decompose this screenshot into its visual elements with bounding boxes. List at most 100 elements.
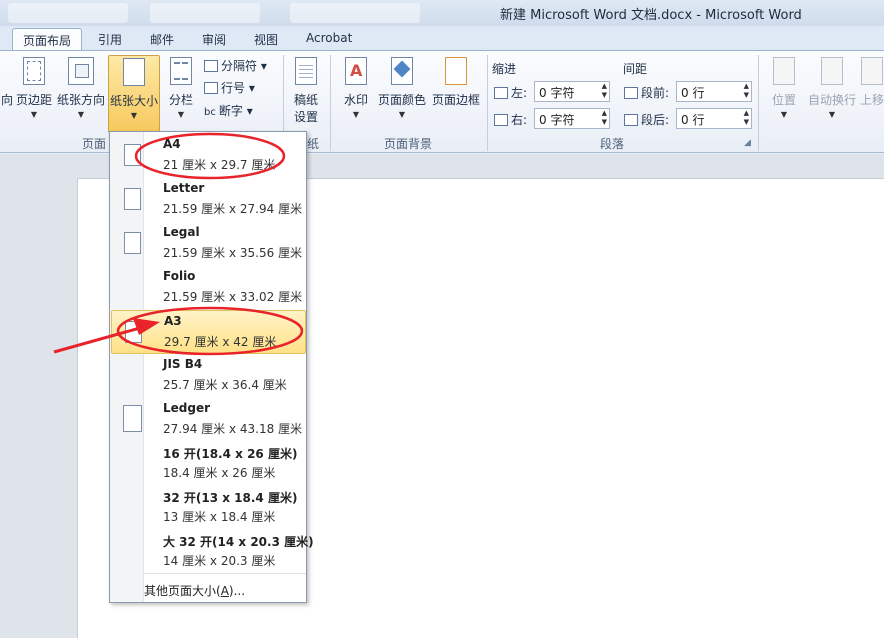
paper-size-dims: 29.7 厘米 x 42 厘米: [164, 335, 277, 349]
spinner-icon[interactable]: ▲ ▼: [602, 82, 607, 100]
indent-left-icon: [494, 87, 508, 99]
spacing-title: 间距: [623, 62, 648, 76]
bring-forward-icon: [861, 57, 883, 85]
draft-group-label: 纸: [307, 137, 320, 151]
chevron-down-icon: ▼: [398, 110, 406, 119]
spacing-before-input[interactable]: 0 行 ▲ ▼: [676, 81, 752, 102]
paper-size-menu: A4 21 厘米 x 29.7 厘米 Letter 21.59 厘米 x 27.…: [109, 131, 314, 603]
wrap-text-icon: [821, 57, 843, 85]
paper-size-item-jis-b4[interactable]: JIS B4 25.7 厘米 x 36.4 厘米: [111, 354, 306, 398]
paper-size-dims: 27.94 厘米 x 43.18 厘米: [163, 422, 303, 436]
spinner-icon[interactable]: ▲ ▼: [602, 109, 607, 127]
paper-size-dims: 18.4 厘米 x 26 厘米: [163, 466, 276, 480]
paper-size-item-16k[interactable]: 16 开(18.4 x 26 厘米) 18.4 厘米 x 26 厘米: [111, 442, 306, 486]
page-color-button[interactable]: 页面颜色 ▼: [376, 57, 428, 127]
paper-size-dims: 21.59 厘米 x 33.02 厘米: [163, 290, 303, 304]
paper-size-dims: 25.7 厘米 x 36.4 厘米: [163, 378, 287, 392]
breaks-label: 分隔符: [221, 59, 258, 73]
draft-paper-label-1: 稿纸: [293, 93, 318, 107]
paper-size-item-a4[interactable]: A4 21 厘米 x 29.7 厘米: [111, 134, 306, 178]
tab-review[interactable]: 审阅: [192, 28, 236, 50]
tab-references[interactable]: 引用: [88, 28, 132, 50]
position-icon: [773, 57, 795, 85]
line-numbers-button[interactable]: 行号 ▾: [204, 79, 255, 96]
position-label: 位置: [771, 93, 796, 107]
watermark-button[interactable]: A 水印 ▼: [338, 57, 374, 127]
hyphenation-button[interactable]: bc 断字 ▾: [204, 102, 253, 119]
paper-size-dims: 21.59 厘米 x 35.56 厘米: [163, 246, 303, 260]
text-direction-label: 向: [0, 93, 13, 107]
dialog-launcher-icon[interactable]: ◢: [744, 138, 751, 148]
orientation-button[interactable]: 纸张方向 ▼: [56, 57, 106, 127]
tab-acrobat[interactable]: Acrobat: [296, 28, 362, 50]
chevron-down-icon: ▼: [352, 110, 360, 119]
spacing-after-icon: [624, 114, 638, 126]
size-button[interactable]: 纸张大小 ▼: [108, 55, 160, 133]
indent-left-input[interactable]: 0 字符 ▲ ▼: [534, 81, 610, 102]
paper-size-dims: 21.59 厘米 x 27.94 厘米: [163, 202, 303, 216]
columns-button[interactable]: 分栏 ▼: [164, 57, 198, 127]
group-divider: [330, 55, 331, 151]
paper-size-dims: 21 厘米 x 29.7 厘米: [163, 158, 276, 172]
page-setup-group-label: 页面: [82, 137, 107, 151]
tab-view[interactable]: 视图: [244, 28, 288, 50]
paper-size-name: 16 开(18.4 x 26 厘米): [163, 447, 298, 461]
draft-paper-icon: [295, 57, 317, 85]
paper-icon: [125, 321, 142, 343]
paper-size-item-letter[interactable]: Letter 21.59 厘米 x 27.94 厘米: [111, 178, 306, 222]
bring-forward-label: 上移: [860, 93, 884, 107]
paper-size-icon: [123, 58, 145, 86]
ribbon-tabs: 页面布局 引用 邮件 审阅 视图 Acrobat: [0, 26, 884, 50]
title-bar: 新建 Microsoft Word 文档.docx - Microsoft Wo…: [0, 0, 884, 26]
orientation-icon: [68, 57, 94, 85]
columns-label: 分栏: [168, 93, 193, 107]
background-group-label: 页面背景: [384, 137, 433, 151]
paper-size-name: A4: [163, 137, 181, 151]
spinner-icon[interactable]: ▲ ▼: [744, 82, 749, 100]
spacing-after-input[interactable]: 0 行 ▲ ▼: [676, 108, 752, 129]
paper-size-item-folio[interactable]: Folio 21.59 厘米 x 33.02 厘米: [111, 266, 306, 310]
hyphenation-label: 断字: [218, 104, 243, 118]
hyphenation-icon: bc: [204, 107, 216, 118]
draft-paper-button[interactable]: 稿纸 设置: [288, 57, 324, 127]
breaks-button[interactable]: 分隔符 ▾: [204, 57, 267, 74]
text-direction-button[interactable]: 向: [0, 57, 14, 127]
paint-bucket-icon: [391, 57, 413, 85]
more-paper-sizes-item[interactable]: 其他页面大小(A)...: [144, 582, 245, 599]
tab-page-layout[interactable]: 页面布局: [12, 28, 83, 50]
indent-left-label-wrap: 左:: [494, 84, 527, 101]
spacing-before-label: 段前:: [641, 86, 670, 100]
wrap-text-button[interactable]: 自动换行 ▼: [806, 57, 858, 127]
page-borders-button[interactable]: 页面边框: [430, 57, 482, 127]
size-label: 纸张大小: [109, 94, 158, 108]
chevron-down-icon: ▼: [30, 110, 38, 119]
indent-right-input[interactable]: 0 字符 ▲ ▼: [534, 108, 610, 129]
breaks-icon: [204, 60, 218, 72]
chevron-down-icon: ▼: [828, 110, 836, 119]
indent-left-label: 左:: [511, 86, 528, 100]
margins-label: 页边距: [15, 93, 52, 107]
indent-right-icon: [494, 114, 508, 126]
line-numbers-label: 行号: [221, 81, 246, 95]
paper-size-item-large-32k[interactable]: 大 32 开(14 x 20.3 厘米) 14 厘米 x 20.3 厘米: [111, 530, 314, 574]
paper-size-item-legal[interactable]: Legal 21.59 厘米 x 35.56 厘米: [111, 222, 306, 266]
chevron-down-icon: ▼: [130, 111, 138, 120]
bring-forward-button[interactable]: 上移: [860, 57, 884, 127]
orientation-label: 纸张方向: [56, 93, 105, 107]
paper-size-name: Letter: [163, 181, 205, 195]
spinner-icon[interactable]: ▲ ▼: [744, 109, 749, 127]
page-borders-label: 页面边框: [431, 93, 480, 107]
paper-size-item-32k[interactable]: 32 开(13 x 18.4 厘米) 13 厘米 x 18.4 厘米: [111, 486, 306, 530]
paper-size-item-ledger[interactable]: Ledger 27.94 厘米 x 43.18 厘米: [111, 398, 306, 442]
paper-icon: [124, 144, 141, 166]
page-borders-icon: [445, 57, 467, 85]
spacing-after-label-wrap: 段后:: [624, 111, 669, 128]
tab-mailings[interactable]: 邮件: [140, 28, 184, 50]
paper-size-item-a3[interactable]: A3 29.7 厘米 x 42 厘米: [111, 310, 306, 354]
position-button[interactable]: 位置 ▼: [766, 57, 802, 127]
group-divider: [758, 55, 759, 151]
paper-size-name: JIS B4: [163, 357, 203, 371]
paper-size-dims: 13 厘米 x 18.4 厘米: [163, 510, 276, 524]
chevron-down-icon: ▼: [177, 110, 185, 119]
margins-button[interactable]: 页边距 ▼: [14, 57, 54, 127]
